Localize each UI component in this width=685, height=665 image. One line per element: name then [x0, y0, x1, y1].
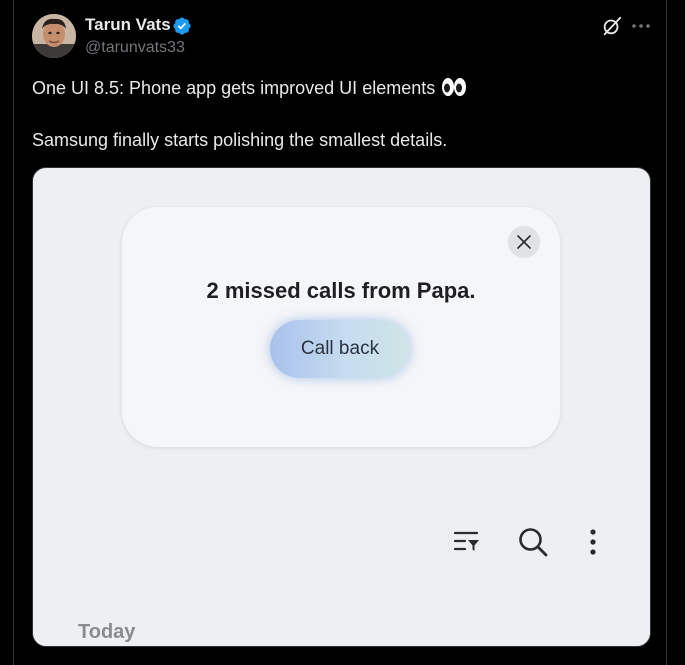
- tweet-text-line2: Samsung finally starts polishing the sma…: [32, 130, 448, 150]
- tweet-text-line1: One UI 8.5: Phone app gets improved UI e…: [32, 77, 467, 99]
- notification-message: 2 missed calls from Papa.: [206, 278, 476, 303]
- avatar-image: [32, 14, 76, 58]
- section-label-today: Today: [78, 621, 136, 643]
- close-button[interactable]: [508, 226, 540, 258]
- author-handle[interactable]: @tarunvats33: [85, 38, 185, 58]
- grok-icon[interactable]: [601, 15, 623, 37]
- tweet: Tarun Vats @tarunvats33 One UI 8.5: Phon…: [13, 0, 667, 665]
- author-name[interactable]: Tarun Vats: [85, 15, 171, 35]
- missed-call-notification: 2 missed calls from Papa. Call back: [122, 207, 560, 447]
- avatar[interactable]: [32, 14, 76, 58]
- verified-badge-icon: [173, 17, 191, 35]
- tweet-text: One UI 8.5: Phone app gets improved UI e…: [32, 78, 436, 98]
- close-icon: [517, 235, 531, 249]
- search-icon[interactable]: [517, 526, 549, 558]
- call-back-button[interactable]: Call back: [270, 320, 410, 378]
- more-vertical-icon[interactable]: [581, 528, 605, 556]
- more-icon[interactable]: [631, 16, 651, 36]
- tweet-media-image[interactable]: 2 missed calls from Papa. Call back Toda…: [32, 167, 651, 647]
- filter-icon[interactable]: [453, 528, 481, 556]
- eyes-emoji-icon: [442, 78, 467, 96]
